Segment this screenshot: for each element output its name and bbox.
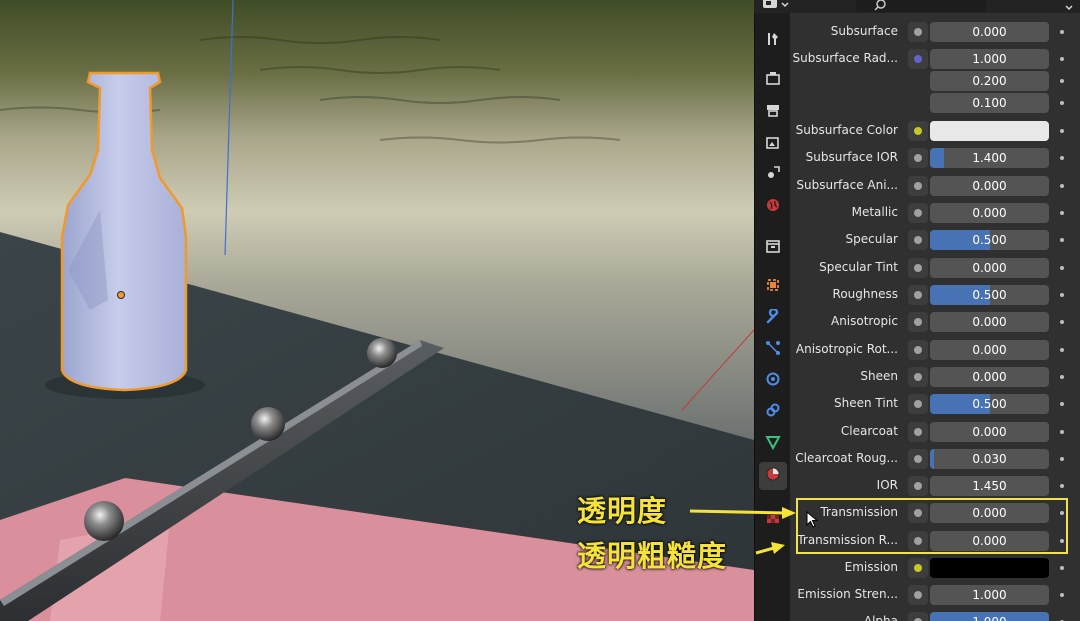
mouse-cursor-icon	[806, 511, 819, 528]
annotation-arrows	[689, 507, 796, 555]
